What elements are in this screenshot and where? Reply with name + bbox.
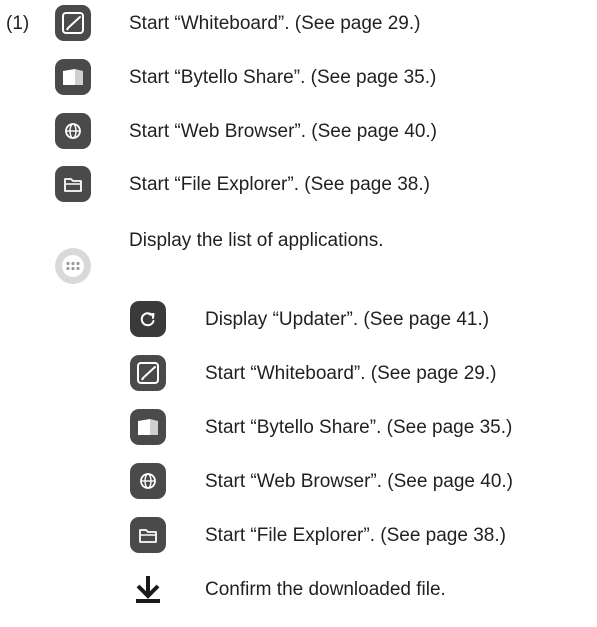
item-label: Start “Bytello Share”. (See page 35.)	[129, 67, 437, 88]
updater-icon	[128, 299, 168, 339]
bytello-share-icon	[53, 57, 93, 97]
list-item: Display “Updater”. (See page 41.)	[0, 299, 597, 343]
web-browser-icon	[128, 461, 168, 501]
item-label: Start “File Explorer”. (See page 38.)	[129, 174, 430, 195]
item-label: Start “File Explorer”. (See page 38.)	[205, 525, 506, 546]
list-item: Start “File Explorer”. (See page 38.)	[0, 164, 597, 208]
list-item: Confirm the downloaded file.	[0, 569, 597, 613]
item-label: Start “Web Browser”. (See page 40.)	[205, 471, 513, 492]
item-label: Display the list of applications.	[129, 230, 384, 251]
item-label: Start “Whiteboard”. (See page 29.)	[129, 13, 421, 34]
item-label: Start “Bytello Share”. (See page 35.)	[205, 417, 513, 438]
list-item: Display the list of applications.	[0, 230, 597, 290]
whiteboard-icon	[128, 353, 168, 393]
item-label: Start “Web Browser”. (See page 40.)	[129, 121, 437, 142]
list-item: Start “Whiteboard”. (See page 29.)	[0, 353, 597, 397]
list-item: Start “Bytello Share”. (See page 35.)	[0, 407, 597, 451]
item-label: Start “Whiteboard”. (See page 29.)	[205, 363, 497, 384]
list-item: Start “Whiteboard”. (See page 29.)	[0, 3, 597, 47]
bytello-share-icon	[128, 407, 168, 447]
list-item: Start “Bytello Share”. (See page 35.)	[0, 57, 597, 101]
web-browser-icon	[53, 111, 93, 151]
download-icon	[128, 569, 168, 609]
file-explorer-icon	[128, 515, 168, 555]
file-explorer-icon	[53, 164, 93, 204]
list-item: Start “Web Browser”. (See page 40.)	[0, 111, 597, 155]
item-label: Display “Updater”. (See page 41.)	[205, 309, 490, 330]
item-label: Confirm the downloaded file.	[205, 579, 446, 600]
app-list-icon	[53, 246, 93, 286]
list-item: Start “Web Browser”. (See page 40.)	[0, 461, 597, 505]
whiteboard-icon	[53, 3, 93, 43]
list-item: Start “File Explorer”. (See page 38.)	[0, 515, 597, 559]
